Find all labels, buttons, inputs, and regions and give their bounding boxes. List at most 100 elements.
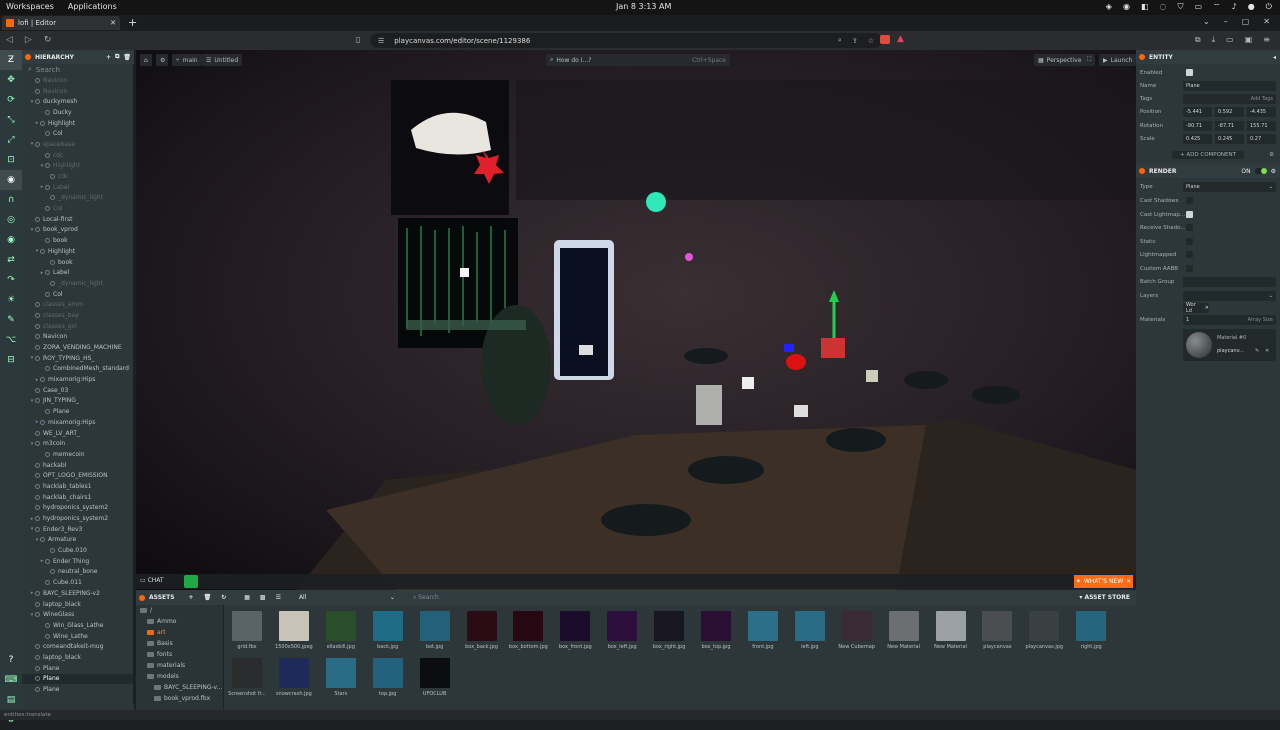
hierarchy-item[interactable]: Navicon xyxy=(22,75,134,86)
undo-redo-icon[interactable]: ⇄ xyxy=(0,250,22,270)
folder-item[interactable]: book_vprod.fbx xyxy=(136,693,223,704)
hierarchy-item[interactable]: Plane xyxy=(22,673,134,685)
whats-new-button[interactable]: ✦ WHAT'S NEW ✕ xyxy=(1074,575,1133,588)
asset-tile[interactable]: 1500x500.jpeg xyxy=(273,611,315,659)
search-page-icon[interactable]: ⌕ xyxy=(838,36,842,45)
shield-tray-icon[interactable]: ⛉ xyxy=(1177,2,1183,12)
asset-tile[interactable]: right.jpg xyxy=(1070,611,1112,659)
hierarchy-item[interactable]: ▾ m3coin xyxy=(22,438,134,449)
power-icon[interactable]: ⏻ xyxy=(1266,2,1272,12)
resize-icon[interactable]: ⤢ xyxy=(0,130,22,150)
rewards-icon[interactable]: ▲ xyxy=(897,34,904,44)
rotation-z[interactable]: 155.71 xyxy=(1247,121,1276,131)
asset-tile[interactable]: box_right.jpg xyxy=(648,611,690,659)
asset-tile[interactable]: box_front.jpg xyxy=(554,611,596,659)
hierarchy-item[interactable]: cdc xyxy=(22,171,134,182)
hierarchy-item[interactable]: ▾ book_vprod xyxy=(22,225,134,236)
hierarchy-item[interactable]: Cube.011 xyxy=(22,577,134,588)
hierarchy-search[interactable]: ⌕ Search xyxy=(22,64,134,75)
hierarchy-item[interactable]: classes_amm xyxy=(22,299,134,310)
hierarchy-item[interactable]: Wine_Lathe xyxy=(22,631,134,642)
layer-chip[interactable]: Wor Ld ✕ xyxy=(1183,302,1209,314)
folder-item[interactable]: materials xyxy=(136,660,223,671)
static-checkbox[interactable] xyxy=(1186,238,1193,245)
extension-icon[interactable]: ▭ xyxy=(1226,35,1234,45)
hierarchy-item[interactable]: ZORA_VENDING_MACHINE xyxy=(22,342,134,353)
lightbulb-icon[interactable]: ☀ xyxy=(0,290,22,310)
scale-z[interactable]: 0.27 xyxy=(1247,134,1276,144)
folder-item[interactable]: BAYC_SLEEPING-v... xyxy=(136,682,223,693)
remove-material-icon[interactable]: ✕ xyxy=(1265,348,1269,354)
hierarchy-item[interactable]: Col xyxy=(22,203,134,214)
asset-tile[interactable]: UFOCLUB xyxy=(414,658,456,706)
address-bar[interactable]: ☰ playcanvas.com/editor/scene/1129386 ⌕ … xyxy=(370,33,882,48)
asset-tile[interactable]: ellasbill.jpg xyxy=(320,611,362,659)
chat-toggle[interactable]: ▭ CHAT xyxy=(140,577,164,584)
batch-group-select[interactable] xyxy=(1183,277,1276,287)
asset-tile[interactable]: box_left.jpg xyxy=(601,611,643,659)
add-component-button[interactable]: + ADD COMPONENT xyxy=(1172,151,1244,159)
folder-item[interactable]: models xyxy=(136,671,223,682)
custom-aabb-checkbox[interactable] xyxy=(1186,265,1193,272)
hierarchy-item[interactable]: ▸ mixamorig:Hips xyxy=(22,374,134,385)
hierarchy-item[interactable]: Local-first xyxy=(22,214,134,225)
hierarchy-item[interactable]: ▸ Highlight xyxy=(22,118,134,129)
delete-asset-icon[interactable]: 🗑 xyxy=(204,594,212,601)
asset-tile[interactable]: box_top.jpg xyxy=(695,611,737,659)
scene-selector[interactable]: ☰ Untitled xyxy=(202,54,243,66)
brave-shield-icon[interactable] xyxy=(880,35,890,44)
hierarchy-item[interactable]: ▾ Highlight xyxy=(22,161,134,172)
site-info-icon[interactable]: ☰ xyxy=(378,37,384,45)
hierarchy-item[interactable]: ▸ Ender Thing xyxy=(22,556,134,567)
hierarchy-item[interactable]: cdc xyxy=(22,150,134,161)
mic-icon[interactable]: ● xyxy=(1248,2,1255,12)
grid-view-icon[interactable]: ▦ xyxy=(244,594,250,601)
clock[interactable]: Jan 8 3:13 AM xyxy=(616,2,671,11)
hierarchy-item[interactable]: classes_bay xyxy=(22,310,134,321)
cast-lightmap-checkbox[interactable] xyxy=(1186,211,1193,218)
hierarchy-item[interactable]: _dynamic_light xyxy=(22,193,134,204)
translate-icon[interactable]: ✥ xyxy=(0,70,22,90)
bookmark-icon[interactable]: ▯ xyxy=(356,35,360,44)
eye-icon[interactable]: ◉ xyxy=(0,230,22,250)
user-avatar[interactable] xyxy=(184,575,198,588)
hierarchy-item[interactable]: ▾ Ender3_Rev3 xyxy=(22,524,134,535)
keyboard-icon[interactable]: ⌨ xyxy=(0,670,22,690)
asset-tile[interactable]: snowcrash.jpg xyxy=(273,658,315,706)
asset-tile[interactable]: New Material xyxy=(930,611,972,659)
camera-icon[interactable]: ◎ xyxy=(0,210,22,230)
hierarchy-item[interactable]: ▸ mixamorig:Hips xyxy=(22,417,134,428)
wallet-icon[interactable]: ▣ xyxy=(1245,35,1253,45)
hierarchy-item[interactable]: hacklab_chairs1 xyxy=(22,492,134,503)
tab-list-icon[interactable]: ⌄ xyxy=(1203,17,1210,26)
hierarchy-item[interactable]: comeandtakeit-mug xyxy=(22,641,134,652)
launch-button[interactable]: ▶ Launch xyxy=(1099,54,1137,66)
redo-icon[interactable]: ↷ xyxy=(0,270,22,290)
component-settings-icon[interactable]: ⚙ xyxy=(1269,152,1274,158)
folder-item[interactable]: / xyxy=(136,605,223,616)
hierarchy-item[interactable]: OPT_LOGO_EMISSION xyxy=(22,470,134,481)
hierarchy-item[interactable]: ▾ Armature xyxy=(22,535,134,546)
name-input[interactable]: Plane xyxy=(1183,81,1276,91)
asset-tile[interactable]: New Cubemap xyxy=(836,611,878,659)
hierarchy-item[interactable]: ▾ Highlight xyxy=(22,246,134,257)
rotation-x[interactable]: -90.71 xyxy=(1183,121,1212,131)
workspaces-menu[interactable]: Workspaces xyxy=(6,2,54,11)
small-grid-icon[interactable]: ▩ xyxy=(260,594,266,601)
asset-store-button[interactable]: ▾ ASSET STORE xyxy=(1079,594,1130,601)
hierarchy-item[interactable]: Ducky xyxy=(22,107,134,118)
hierarchy-item[interactable]: ▸ Label xyxy=(22,267,134,278)
focus-icon[interactable]: ⊡ xyxy=(0,150,22,170)
hierarchy-item[interactable]: ▾ WineGlass xyxy=(22,609,134,620)
chat-tray-icon[interactable]: ◌ xyxy=(1160,2,1167,12)
scene-list-icon[interactable]: ▤ xyxy=(0,690,22,710)
hierarchy-item[interactable]: book xyxy=(22,235,134,246)
hierarchy-item[interactable]: Plane xyxy=(22,406,134,417)
hierarchy-item[interactable]: ▸ BAYC_SLEEPING-v2 xyxy=(22,588,134,599)
hierarchy-item[interactable]: CombinedMesh_standard xyxy=(22,364,134,375)
materials-count-input[interactable]: 1 Array Size xyxy=(1183,315,1276,325)
minimize-icon[interactable]: – xyxy=(1224,17,1228,26)
camera-mode-selector[interactable]: ▦ Perspective xyxy=(1034,54,1086,66)
hierarchy-item[interactable]: Case_03 xyxy=(22,385,134,396)
hierarchy-item[interactable]: Plane xyxy=(22,684,134,695)
